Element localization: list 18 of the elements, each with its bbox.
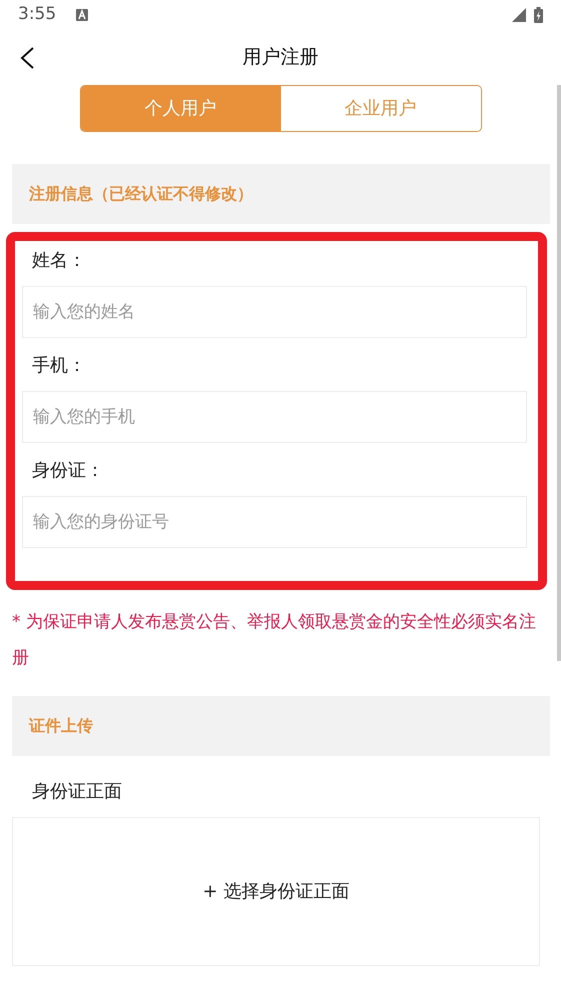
upload-label: 身份证正面 — [32, 781, 122, 802]
field-label: 姓名： — [32, 250, 86, 271]
signal-icon — [512, 8, 526, 22]
input-field[interactable]: 输入您的手机 — [22, 391, 527, 443]
status-time: 3:55 — [18, 3, 56, 26]
notification-icon — [76, 9, 88, 21]
upload-area[interactable]: + 选择身份证正面 — [12, 817, 540, 966]
field-label: 身份证： — [32, 460, 104, 481]
page-title: 用户注册 — [242, 45, 318, 70]
back-icon[interactable] — [19, 46, 35, 70]
battery-icon — [534, 7, 543, 23]
section-title: 注册信息（已经认证不得修改） — [29, 183, 253, 205]
section-title: 证件上传 — [29, 715, 93, 737]
user-type-tab[interactable]: 个人用户 — [80, 86, 280, 131]
field-label: 手机： — [32, 355, 86, 376]
input-field[interactable]: 输入您的身份证号 — [22, 496, 527, 548]
notice-text: * 为保证申请人发布悬赏公告、举报人领取悬赏金的安全性必须实名注册 — [11, 611, 537, 670]
input-field[interactable]: 输入您的姓名 — [22, 286, 527, 338]
